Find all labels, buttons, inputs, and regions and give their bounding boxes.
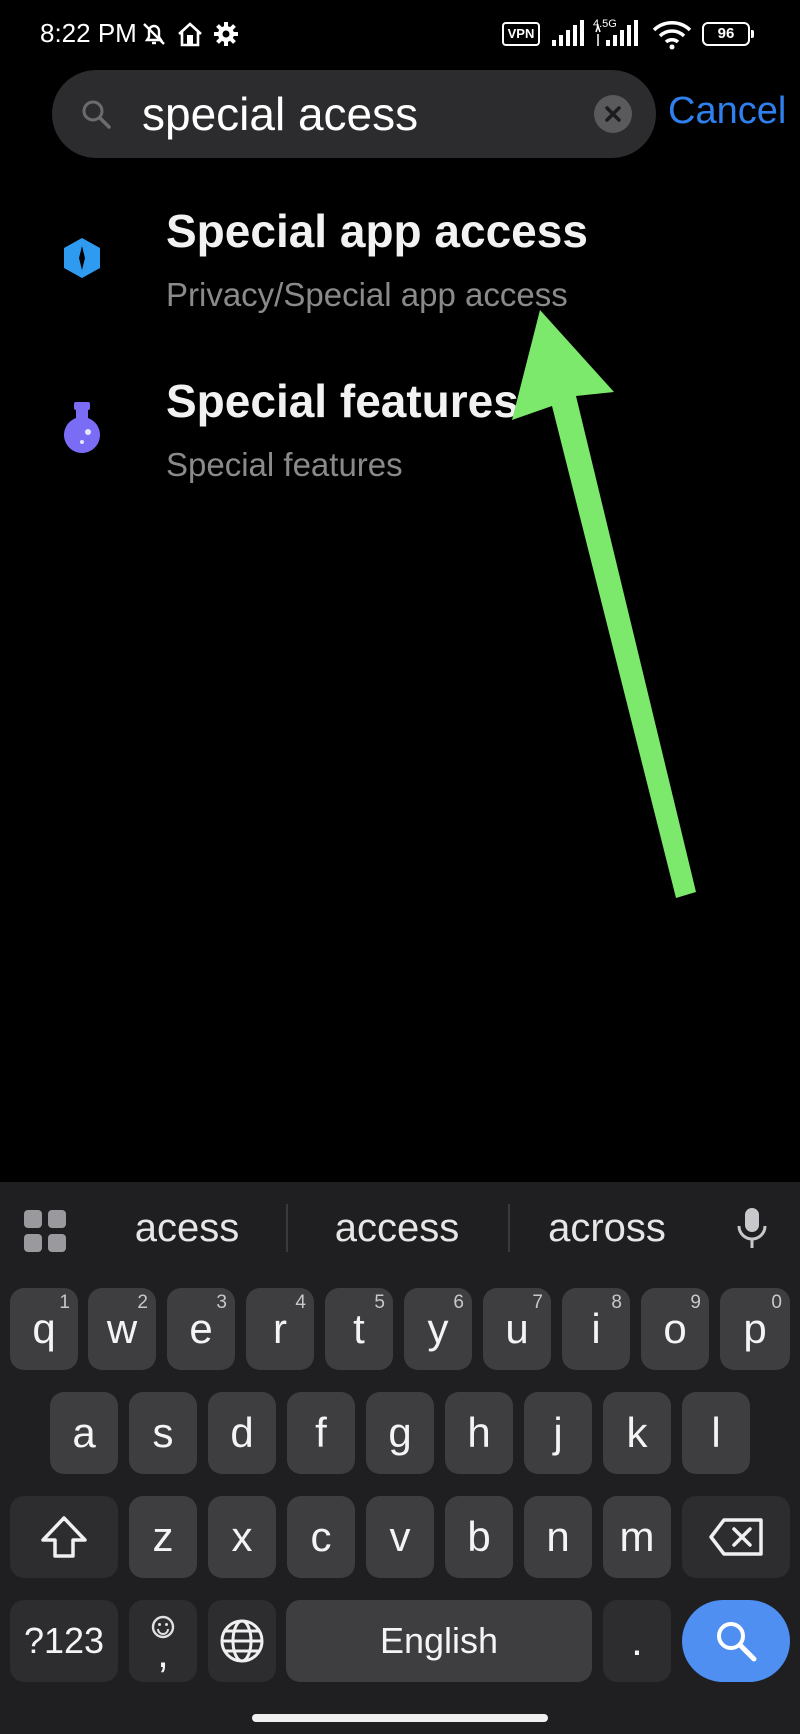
home-icon [178, 22, 202, 47]
key-g[interactable]: g [366, 1392, 434, 1474]
key-f[interactable]: f [287, 1392, 355, 1474]
clear-icon [605, 106, 621, 122]
apps-grid-icon[interactable] [24, 1210, 66, 1252]
key-c[interactable]: c [287, 1496, 355, 1578]
key-v[interactable]: v [366, 1496, 434, 1578]
search-icon [717, 1622, 757, 1662]
search-key[interactable] [682, 1600, 790, 1682]
key-n[interactable]: n [524, 1496, 592, 1578]
key-e[interactable]: e3 [167, 1288, 235, 1370]
wifi-icon [652, 21, 692, 50]
key-k[interactable]: k [603, 1392, 671, 1474]
result-title: Special features [166, 375, 519, 427]
key-w[interactable]: w2 [88, 1288, 156, 1370]
symbols-key[interactable]: ?123 [10, 1600, 118, 1682]
key-i[interactable]: i8 [562, 1288, 630, 1370]
key-j[interactable]: j [524, 1392, 592, 1474]
backspace-icon [709, 1518, 763, 1556]
key-s[interactable]: s [129, 1392, 197, 1474]
battery-indicator: 96 [702, 22, 754, 46]
key-h[interactable]: h [445, 1392, 513, 1474]
period-key[interactable]: . [603, 1600, 671, 1682]
search-bar[interactable] [52, 70, 656, 158]
shift-icon [41, 1516, 87, 1558]
vpn-badge: VPN [502, 22, 540, 46]
search-icon [82, 100, 111, 129]
key-r[interactable]: r4 [246, 1288, 314, 1370]
clear-search-button[interactable] [594, 95, 632, 133]
key-o[interactable]: o9 [641, 1288, 709, 1370]
signal-icon [595, 20, 638, 46]
home-indicator[interactable] [252, 1714, 548, 1722]
suggestion-item[interactable]: across [512, 1206, 702, 1251]
settings-gear-icon [214, 22, 238, 46]
key-x[interactable]: x [208, 1496, 276, 1578]
language-key[interactable] [208, 1600, 276, 1682]
suggestion-bar: acess access across [0, 1182, 800, 1272]
signal-icon [552, 20, 584, 46]
cancel-button[interactable]: Cancel [668, 90, 786, 133]
key-m[interactable]: m [603, 1496, 671, 1578]
suggestion-item[interactable]: acess [92, 1206, 282, 1251]
shield-icon [64, 238, 100, 278]
status-bar: 8:22 PM VPN 4.5G 96 [0, 0, 800, 70]
comma-key[interactable]: , [129, 1600, 197, 1682]
keyboard: acess access across q1 w2 e3 r4 t5 y6 u7… [0, 1182, 800, 1734]
divider [286, 1204, 288, 1252]
microphone-icon[interactable] [734, 1206, 770, 1252]
key-l[interactable]: l [682, 1392, 750, 1474]
comma-label: , [157, 1629, 169, 1676]
search-input[interactable] [142, 84, 582, 144]
status-time: 8:22 PM [40, 18, 137, 48]
backspace-key[interactable] [682, 1496, 790, 1578]
key-a[interactable]: a [50, 1392, 118, 1474]
key-z[interactable]: z [129, 1496, 197, 1578]
potion-icon [64, 402, 100, 453]
result-special-app-access[interactable]: Special app access Privacy/Special app a… [0, 186, 800, 346]
space-key[interactable]: English [286, 1600, 592, 1682]
result-subtitle: Special features [166, 446, 403, 483]
do-not-disturb-icon [143, 23, 165, 45]
result-subtitle: Privacy/Special app access [166, 276, 568, 313]
result-title: Special app access [166, 205, 588, 257]
key-q[interactable]: q1 [10, 1288, 78, 1370]
suggestion-item[interactable]: access [302, 1206, 492, 1251]
key-t[interactable]: t5 [325, 1288, 393, 1370]
key-u[interactable]: u7 [483, 1288, 551, 1370]
shift-key[interactable] [10, 1496, 118, 1578]
globe-icon [220, 1619, 264, 1663]
key-d[interactable]: d [208, 1392, 276, 1474]
key-b[interactable]: b [445, 1496, 513, 1578]
divider [508, 1204, 510, 1252]
result-special-features[interactable]: Special features Special features [0, 356, 800, 516]
key-y[interactable]: y6 [404, 1288, 472, 1370]
key-p[interactable]: p0 [720, 1288, 790, 1370]
